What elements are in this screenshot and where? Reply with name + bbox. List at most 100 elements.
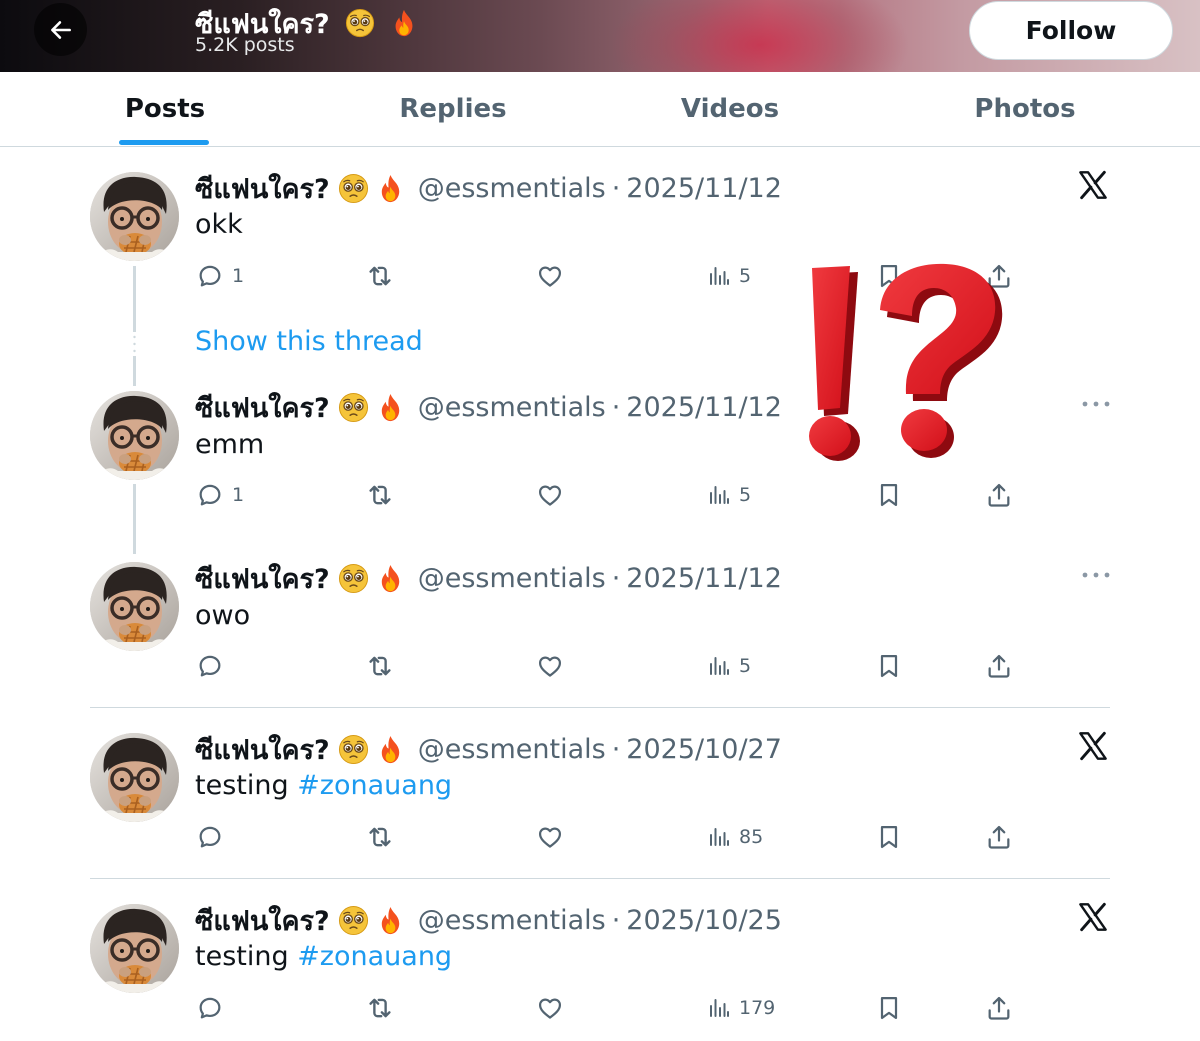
tab-photos[interactable]: Photos — [930, 72, 1120, 146]
tweet-handle[interactable]: @essmentials — [418, 905, 606, 936]
like-button[interactable] — [536, 258, 564, 294]
tweet-date[interactable]: 2025/11/12 — [626, 392, 782, 423]
reply-count: 1 — [232, 265, 245, 287]
tweet-header: ซีแฟนใคร? @essmentials · 2025/10/25 — [195, 899, 782, 942]
pleading-face-icon — [338, 905, 369, 936]
tweet-author-name[interactable]: ซีแฟนใคร? — [195, 899, 330, 942]
tweet-author-name[interactable]: ซีแฟนใคร? — [195, 557, 330, 600]
follow-button[interactable]: Follow — [969, 1, 1173, 60]
reply-button[interactable] — [196, 819, 224, 855]
views-button[interactable]: 5 — [707, 258, 751, 294]
show-thread-link[interactable]: Show this thread — [195, 326, 423, 357]
tweet-text: okk — [195, 209, 243, 240]
avatar[interactable] — [90, 391, 179, 480]
bookmark-button[interactable] — [875, 477, 903, 513]
comment-icon — [196, 823, 224, 851]
separator-dot: · — [611, 905, 621, 936]
views-button[interactable]: 5 — [707, 648, 751, 684]
tweet-date[interactable]: 2025/11/12 — [626, 563, 782, 594]
avatar[interactable] — [90, 733, 179, 822]
tab-replies[interactable]: Replies — [355, 72, 551, 146]
heart-icon — [536, 994, 564, 1022]
repost-button[interactable] — [365, 648, 395, 684]
bookmark-icon — [875, 823, 903, 851]
share-button[interactable] — [985, 819, 1013, 855]
x-logo-icon[interactable] — [1077, 169, 1109, 201]
tweet-handle[interactable]: @essmentials — [418, 563, 606, 594]
comment-icon — [196, 481, 224, 509]
tab-videos[interactable]: Videos — [640, 72, 820, 146]
pleading-face-icon — [338, 563, 369, 594]
separator-dot: · — [611, 563, 621, 594]
hashtag-link[interactable]: #zonauang — [297, 770, 452, 801]
like-button[interactable] — [536, 648, 564, 684]
like-button[interactable] — [536, 990, 564, 1026]
avatar[interactable] — [90, 172, 179, 261]
tweet-text: testing #zonauang — [195, 770, 452, 801]
fire-icon — [375, 734, 406, 765]
tab-posts[interactable]: Posts — [70, 72, 260, 146]
views-button[interactable]: 85 — [707, 819, 763, 855]
share-button[interactable] — [985, 648, 1013, 684]
fire-icon — [389, 8, 419, 38]
tweet-date[interactable]: 2025/11/12 — [626, 173, 782, 204]
like-button[interactable] — [536, 819, 564, 855]
tweet-handle[interactable]: @essmentials — [418, 173, 606, 204]
share-button[interactable] — [985, 477, 1013, 513]
analytics-icon — [707, 825, 731, 849]
reply-button[interactable] — [196, 648, 224, 684]
fire-icon — [375, 392, 406, 423]
view-count: 5 — [739, 265, 752, 287]
tweet-actions: 5 — [0, 648, 1200, 684]
bookmark-button[interactable] — [875, 990, 903, 1026]
repost-button[interactable] — [365, 258, 395, 294]
tweet-date[interactable]: 2025/10/25 — [626, 905, 782, 936]
heart-icon — [536, 652, 564, 680]
tweet-text: owo — [195, 600, 250, 631]
share-button[interactable] — [985, 990, 1013, 1026]
views-button[interactable]: 5 — [707, 477, 751, 513]
comment-icon — [196, 994, 224, 1022]
tweet-author-name[interactable]: ซีแฟนใคร? — [195, 386, 330, 429]
repost-button[interactable] — [365, 477, 395, 513]
tweet-handle[interactable]: @essmentials — [418, 734, 606, 765]
more-options-icon[interactable] — [1081, 570, 1111, 580]
like-button[interactable] — [536, 477, 564, 513]
tweet-author-name[interactable]: ซีแฟนใคร? — [195, 167, 330, 210]
tweet-handle[interactable]: @essmentials — [418, 392, 606, 423]
repost-icon — [365, 822, 395, 852]
tweet-actions: 179 — [0, 990, 1200, 1026]
reply-button[interactable]: 1 — [196, 477, 244, 513]
view-count: 85 — [739, 826, 764, 848]
bookmark-icon — [875, 994, 903, 1022]
separator-dot: · — [611, 392, 621, 423]
bookmark-button[interactable] — [875, 819, 903, 855]
reply-count: 1 — [232, 484, 245, 506]
x-logo-icon[interactable] — [1077, 901, 1109, 933]
separator-dot: · — [611, 173, 621, 204]
pleading-face-icon — [338, 173, 369, 204]
bookmark-button[interactable] — [875, 648, 903, 684]
tweet-text-content: owo — [195, 600, 251, 631]
pleading-face-icon — [338, 734, 369, 765]
back-button[interactable] — [34, 3, 87, 56]
views-button[interactable]: 179 — [707, 990, 775, 1026]
tweet-date[interactable]: 2025/10/27 — [626, 734, 782, 765]
more-options-icon[interactable] — [1081, 399, 1111, 409]
repost-button[interactable] — [365, 819, 395, 855]
tweet-actions: 1 5 — [0, 477, 1200, 513]
x-logo-icon[interactable] — [1077, 730, 1109, 762]
reply-button[interactable]: 1 — [196, 258, 244, 294]
repost-button[interactable] — [365, 990, 395, 1026]
profile-tabs: Posts Replies Videos Photos — [0, 72, 1200, 147]
avatar[interactable] — [90, 562, 179, 651]
reply-button[interactable] — [196, 990, 224, 1026]
avatar[interactable] — [90, 904, 179, 993]
pleading-face-icon — [345, 8, 375, 38]
bookmark-icon — [875, 481, 903, 509]
repost-icon — [365, 651, 395, 681]
comment-icon — [196, 262, 224, 290]
exclamation-question-mark-icon — [809, 263, 1003, 461]
hashtag-link[interactable]: #zonauang — [297, 941, 452, 972]
tweet-author-name[interactable]: ซีแฟนใคร? — [195, 728, 330, 771]
